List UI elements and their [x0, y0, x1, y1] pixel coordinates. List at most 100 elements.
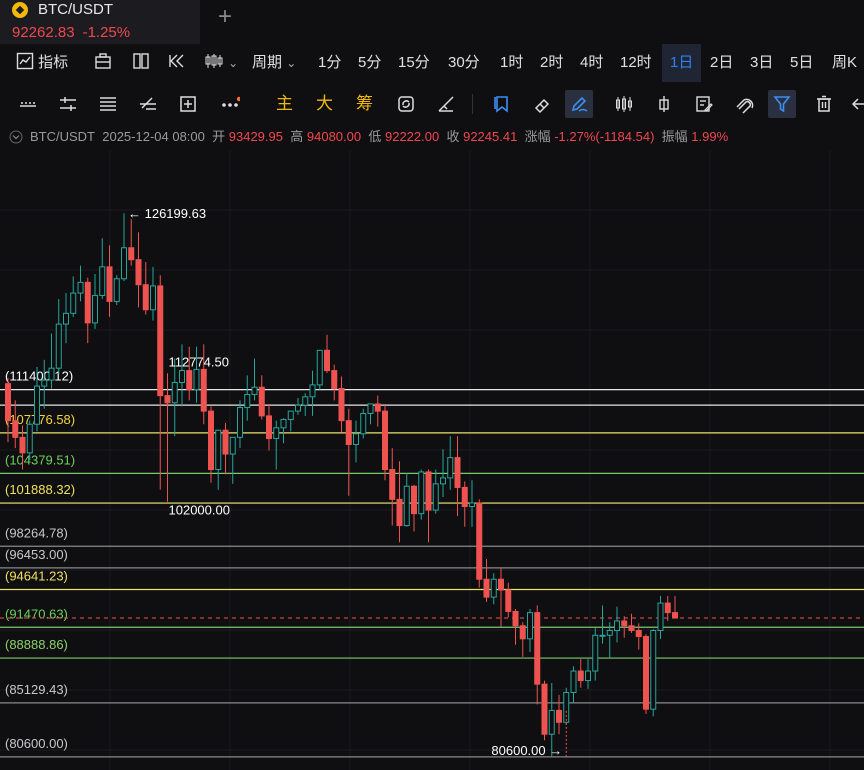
- interval-button[interactable]: 5分: [358, 44, 381, 82]
- fib-extension-button[interactable]: [134, 90, 162, 118]
- interval-button[interactable]: 30分: [448, 44, 480, 82]
- candle-body[interactable]: [483, 578, 490, 598]
- candle-body[interactable]: [440, 477, 446, 485]
- chart-type-button[interactable]: ⌄: [204, 44, 238, 82]
- parallel-channel-button[interactable]: [54, 90, 82, 118]
- candle-body[interactable]: [396, 498, 403, 527]
- candle-body[interactable]: [490, 578, 497, 598]
- indicators-button[interactable]: 指标: [16, 44, 68, 82]
- candle-body[interactable]: [208, 410, 214, 471]
- interval-button[interactable]: 2日: [710, 44, 733, 82]
- candle-body[interactable]: [599, 634, 606, 637]
- candle-body[interactable]: [534, 612, 541, 685]
- candle-body[interactable]: [570, 670, 577, 693]
- eraser-button[interactable]: [528, 90, 556, 118]
- candle-body[interactable]: [193, 368, 200, 391]
- notes-button[interactable]: [690, 90, 718, 118]
- candle-body[interactable]: [548, 709, 555, 735]
- interval-button[interactable]: 1分: [318, 44, 341, 82]
- candle-body[interactable]: [505, 589, 512, 612]
- interval-button[interactable]: 15分: [398, 44, 430, 82]
- candle-body[interactable]: [606, 630, 613, 636]
- candle-body[interactable]: [309, 384, 316, 398]
- candle-body[interactable]: [34, 385, 40, 425]
- candle-body[interactable]: [164, 395, 171, 404]
- candle-body[interactable]: [541, 683, 548, 735]
- candle-body[interactable]: [77, 281, 84, 294]
- candle-body[interactable]: [258, 386, 265, 417]
- plus-icon[interactable]: +: [213, 5, 237, 30]
- candle-body[interactable]: [563, 692, 570, 723]
- candle-body[interactable]: [280, 418, 287, 429]
- candle-body[interactable]: [345, 420, 352, 445]
- fib-retracement-button[interactable]: [94, 90, 122, 118]
- big-indicator-button[interactable]: 大: [316, 90, 333, 118]
- more-tools-button[interactable]: [216, 90, 244, 118]
- period-dropdown[interactable]: 周期 ⌄: [252, 44, 296, 82]
- candle-body[interactable]: [498, 578, 504, 591]
- candle-body[interactable]: [324, 349, 330, 372]
- candle-body[interactable]: [84, 281, 91, 324]
- candle-body[interactable]: [266, 415, 272, 440]
- interval-button[interactable]: 3日: [750, 44, 773, 82]
- candle-body[interactable]: [432, 483, 439, 511]
- candle-body[interactable]: [425, 471, 432, 511]
- candle-body[interactable]: [469, 502, 475, 507]
- candle-body[interactable]: [316, 349, 323, 386]
- candle-body[interactable]: [635, 630, 642, 637]
- candle-body[interactable]: [389, 469, 396, 500]
- candle-style-button[interactable]: [610, 90, 638, 118]
- interval-button[interactable]: 1时: [500, 44, 523, 82]
- candle-body[interactable]: [476, 502, 483, 580]
- candle-body[interactable]: [55, 323, 62, 369]
- interval-button[interactable]: 周K: [832, 44, 857, 82]
- candle-body[interactable]: [92, 294, 98, 324]
- candle-body[interactable]: [331, 370, 338, 389]
- candle-body[interactable]: [360, 413, 367, 435]
- candle-body[interactable]: [664, 602, 671, 614]
- main-indicator-button[interactable]: 主: [276, 90, 293, 118]
- candle-body[interactable]: [229, 436, 236, 455]
- candle-body[interactable]: [382, 410, 388, 471]
- interval-button[interactable]: 4时: [580, 44, 603, 82]
- template-button[interactable]: [94, 44, 112, 82]
- candle-body[interactable]: [179, 370, 185, 383]
- candle-body[interactable]: [614, 620, 620, 632]
- candle-body[interactable]: [302, 396, 309, 406]
- candle-body[interactable]: [403, 485, 410, 527]
- candle-body[interactable]: [287, 410, 294, 420]
- chips-indicator-button[interactable]: 筹: [356, 90, 373, 118]
- candle-body[interactable]: [592, 634, 599, 672]
- candle-body[interactable]: [244, 393, 251, 409]
- candle-body[interactable]: [621, 620, 628, 627]
- candle-body[interactable]: [643, 635, 649, 710]
- candle-body[interactable]: [447, 457, 454, 479]
- sync-button[interactable]: [392, 90, 420, 118]
- candle-body[interactable]: [650, 630, 657, 710]
- replay-button[interactable]: [168, 44, 186, 82]
- candle-body[interactable]: [273, 427, 280, 440]
- candle-body[interactable]: [5, 383, 11, 422]
- layout-button[interactable]: [132, 44, 150, 82]
- candle-body[interactable]: [512, 610, 519, 627]
- candle-body[interactable]: [200, 368, 207, 412]
- candle-body[interactable]: [41, 379, 48, 387]
- interval-button[interactable]: 12时: [620, 44, 652, 82]
- candle-body[interactable]: [26, 423, 33, 454]
- candle-body[interactable]: [577, 670, 584, 682]
- candle-body[interactable]: [353, 433, 359, 445]
- candle-body[interactable]: [367, 403, 374, 414]
- candle-body[interactable]: [222, 429, 229, 455]
- candle-body[interactable]: [295, 404, 301, 412]
- interval-button[interactable]: 2时: [540, 44, 563, 82]
- candle-body[interactable]: [48, 367, 55, 381]
- candle-body[interactable]: [171, 382, 178, 404]
- candle-body[interactable]: [454, 457, 461, 488]
- candle-body[interactable]: [106, 266, 113, 302]
- draw-pen-button[interactable]: [565, 90, 593, 118]
- candle-body[interactable]: [628, 625, 635, 632]
- candle-body[interactable]: [418, 471, 425, 515]
- candle-body[interactable]: [657, 602, 664, 632]
- magnet-button[interactable]: [730, 90, 758, 118]
- candle-body[interactable]: [142, 284, 149, 311]
